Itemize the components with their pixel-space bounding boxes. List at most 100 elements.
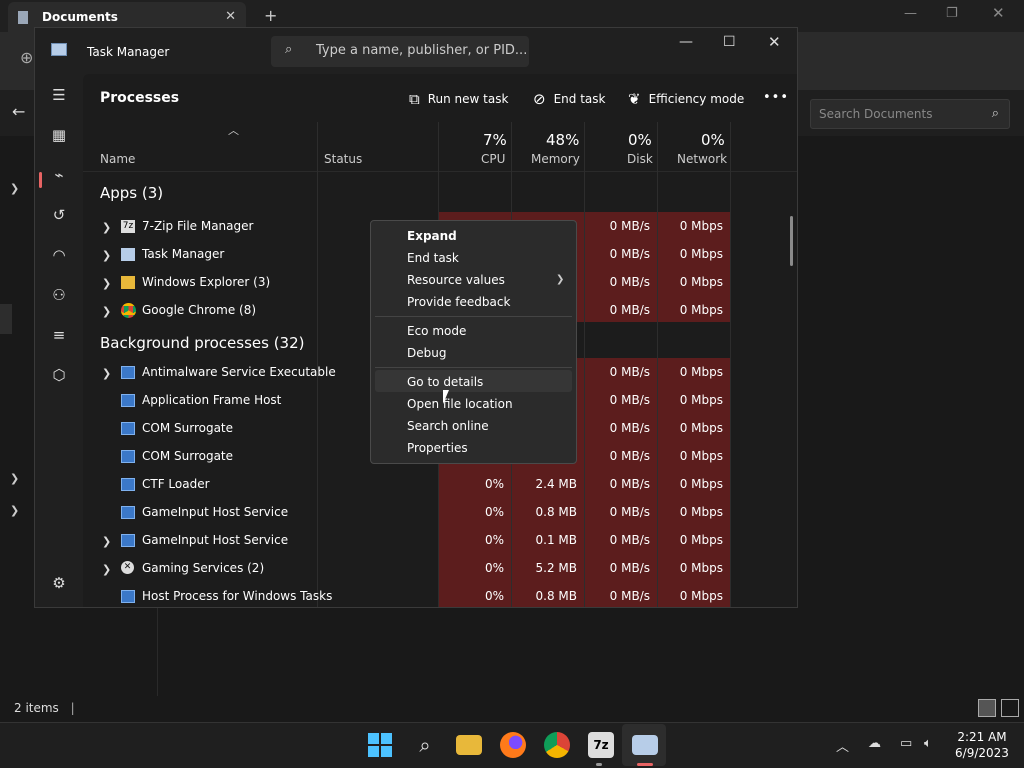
- chevron-up-icon[interactable]: ︿: [836, 736, 849, 755]
- explorer-search-input[interactable]: Search Documents ⌕: [810, 99, 1010, 129]
- app-history-icon[interactable]: ↺: [48, 206, 70, 228]
- vertical-scrollbar[interactable]: [790, 216, 793, 266]
- efficiency-mode-button[interactable]: ❦ Efficiency mode: [628, 90, 744, 108]
- network-icon[interactable]: ▭: [900, 736, 912, 751]
- document-icon: [18, 10, 28, 24]
- process-name: COM Surrogate: [142, 421, 234, 435]
- menu-item-end-task[interactable]: End task: [407, 251, 459, 265]
- disk-value: 0 MB/s: [609, 505, 650, 519]
- details-view-icon[interactable]: [978, 699, 996, 717]
- table-row[interactable]: ❯ ✕ Gaming Services (2) 0% 5.2 MB 0 MB/s…: [83, 554, 730, 582]
- group-background-header[interactable]: Background processes (32): [100, 334, 305, 352]
- column-memory[interactable]: Memory: [531, 152, 580, 166]
- table-row[interactable]: GameInput Host Service 0% 0.8 MB 0 MB/s …: [83, 498, 730, 526]
- submenu-chevron-icon: ❯: [556, 274, 565, 285]
- onedrive-icon[interactable]: ☁: [868, 736, 881, 751]
- chevron-right-icon[interactable]: ❯: [10, 182, 19, 195]
- disk-value: 0 MB/s: [609, 219, 650, 233]
- column-name[interactable]: Name: [100, 152, 135, 166]
- menu-item-provide-feedback[interactable]: Provide feedback: [407, 295, 510, 309]
- memory-value: 2.4 MB: [535, 477, 577, 491]
- clock[interactable]: 2:21 AM 6/9/2023: [952, 729, 1012, 761]
- group-apps-header[interactable]: Apps (3): [100, 184, 163, 202]
- minimize-icon[interactable]: —: [904, 6, 917, 21]
- restore-icon[interactable]: ❐: [946, 6, 958, 21]
- chevron-right-icon[interactable]: ❯: [102, 305, 111, 318]
- maximize-icon[interactable]: ☐: [723, 34, 736, 50]
- cpu-total: 7%: [483, 131, 507, 149]
- close-tab-icon[interactable]: ✕: [225, 9, 236, 24]
- menu-item-open-file-location[interactable]: Open file location: [407, 397, 513, 411]
- search-icon: ⌕: [285, 42, 293, 57]
- table-row[interactable]: CTF Loader 0% 2.4 MB 0 MB/s 0 Mbps: [83, 470, 730, 498]
- more-options-icon[interactable]: •••: [763, 90, 789, 105]
- menu-item-resource-values[interactable]: Resource values: [407, 273, 505, 287]
- settings-gear-icon[interactable]: ⚙: [48, 574, 70, 596]
- services-icon[interactable]: ⬡: [48, 366, 70, 388]
- disk-value: 0 MB/s: [609, 275, 650, 289]
- new-tab-icon[interactable]: +: [264, 6, 277, 25]
- table-row[interactable]: Host Process for Windows Tasks 0% 0.8 MB…: [83, 582, 730, 607]
- nav-selected-item[interactable]: [0, 304, 12, 334]
- run-new-task-button[interactable]: ⧉ Run new task: [409, 90, 508, 108]
- process-name: GameInput Host Service: [142, 505, 289, 519]
- process-search-input[interactable]: ⌕ Type a name, publisher, or PID...: [271, 36, 529, 67]
- chevron-right-icon[interactable]: ❯: [102, 249, 111, 262]
- chevron-right-icon[interactable]: ❯: [10, 472, 19, 485]
- details-icon[interactable]: ≡: [48, 326, 70, 348]
- seven-zip-taskbar-icon[interactable]: 7z: [588, 732, 614, 758]
- column-network[interactable]: Network: [677, 152, 727, 166]
- cpu-value: 0%: [484, 533, 504, 547]
- task-manager-taskbar-icon[interactable]: [632, 735, 658, 755]
- column-status[interactable]: Status: [324, 152, 362, 166]
- menu-item-debug[interactable]: Debug: [407, 346, 446, 360]
- minimize-icon[interactable]: —: [679, 34, 693, 50]
- processes-icon[interactable]: ▦: [48, 126, 70, 148]
- hamburger-menu-icon[interactable]: ☰: [48, 86, 70, 108]
- column-cpu[interactable]: CPU: [481, 152, 505, 166]
- menu-item-go-to-details[interactable]: Go to details: [407, 375, 483, 389]
- file-explorer-icon[interactable]: [456, 735, 482, 755]
- chevron-right-icon[interactable]: ❯: [102, 535, 111, 548]
- menu-divider: [375, 316, 572, 317]
- chrome-icon[interactable]: [544, 732, 570, 758]
- clock-time: 2:21 AM: [957, 730, 1007, 744]
- tiles-view-icon[interactable]: [1001, 699, 1019, 717]
- run-new-task-label: Run new task: [427, 92, 509, 106]
- chevron-right-icon[interactable]: ❯: [102, 277, 111, 290]
- table-row[interactable]: ❯ GameInput Host Service 0% 0.1 MB 0 MB/…: [83, 526, 730, 554]
- back-arrow-icon[interactable]: ←: [12, 102, 25, 121]
- network-value: 0 Mbps: [679, 477, 723, 491]
- search-icon[interactable]: ⌕: [412, 732, 438, 758]
- menu-item-search-online[interactable]: Search online: [407, 419, 489, 433]
- start-button[interactable]: [368, 733, 392, 757]
- column-header-row: ︿ Name Status 7% CPU 48% Memory 0% Disk …: [83, 122, 797, 172]
- new-item-icon[interactable]: ⊕: [20, 48, 33, 67]
- process-name: COM Surrogate: [142, 449, 234, 463]
- process-name: Windows Explorer (3): [142, 275, 271, 289]
- task-manager-icon: [51, 43, 67, 56]
- network-value: 0 Mbps: [679, 365, 723, 379]
- window-app-icon: [121, 590, 135, 603]
- network-value: 0 Mbps: [679, 421, 723, 435]
- menu-item-expand[interactable]: Expand: [407, 229, 457, 243]
- chevron-right-icon[interactable]: ❯: [10, 504, 19, 517]
- chevron-right-icon[interactable]: ❯: [102, 221, 111, 234]
- close-icon[interactable]: ✕: [768, 33, 781, 51]
- chevron-right-icon[interactable]: ❯: [102, 367, 111, 380]
- volume-icon[interactable]: 🔈︎: [924, 736, 932, 751]
- run-task-icon: ⧉: [409, 90, 420, 108]
- process-name: 7-Zip File Manager: [142, 219, 254, 233]
- window-app-icon: [121, 534, 135, 547]
- menu-item-properties[interactable]: Properties: [407, 441, 468, 455]
- menu-item-eco-mode[interactable]: Eco mode: [407, 324, 466, 338]
- performance-icon[interactable]: ⌁: [48, 166, 70, 188]
- running-indicator: [596, 763, 602, 766]
- users-icon[interactable]: ⚇: [48, 286, 70, 308]
- firefox-icon[interactable]: [500, 732, 526, 758]
- end-task-button[interactable]: ⊘ End task: [533, 90, 605, 108]
- chevron-right-icon[interactable]: ❯: [102, 563, 111, 576]
- startup-apps-icon[interactable]: ◠: [48, 246, 70, 268]
- close-window-icon[interactable]: ✕: [992, 4, 1005, 22]
- column-disk[interactable]: Disk: [627, 152, 653, 166]
